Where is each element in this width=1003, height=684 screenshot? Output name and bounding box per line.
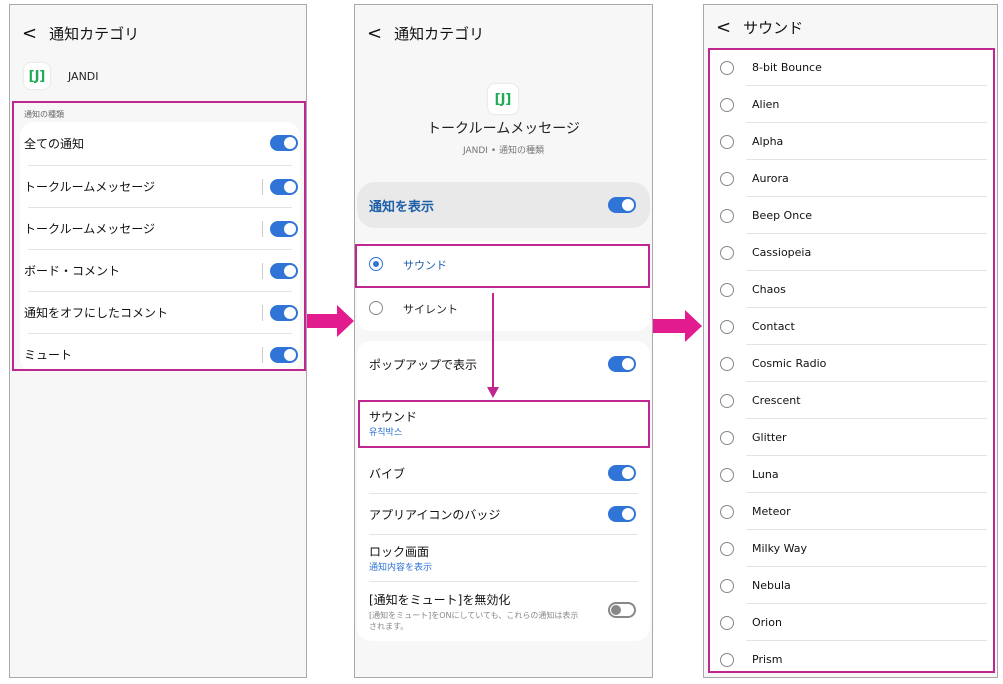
toggle-switch[interactable] <box>608 506 636 522</box>
silent-option-label[interactable]: サイレント <box>403 301 458 317</box>
header: < サウンド <box>716 17 803 38</box>
vibe-label: バイブ <box>369 466 406 481</box>
channel-title: トークルームメッセージ <box>427 121 580 137</box>
arrow-right-icon <box>653 310 702 342</box>
page-title: 通知カテゴリ <box>394 25 485 43</box>
lock-screen-row[interactable]: ロック画面 通知内容を表示 <box>357 535 650 581</box>
highlight-box <box>355 244 650 288</box>
channel-settings-panel: < 通知カテゴリ [J] トークルームメッセージ JANDI • 通知の種類 通… <box>354 4 653 678</box>
header: < 通知カテゴリ <box>367 23 484 44</box>
show-notifications-row[interactable]: 通知を表示 <box>357 182 650 228</box>
toggle-switch[interactable] <box>608 602 636 618</box>
toggle-switch[interactable] <box>608 197 636 213</box>
page-title: 通知カテゴリ <box>49 25 140 43</box>
back-icon[interactable]: < <box>22 24 37 43</box>
mute-override-row[interactable]: [通知をミュート]を無効化 [通知をミュート]をONにしていても、これらの通知は… <box>357 585 650 637</box>
popup-row[interactable]: ポップアップで表示 <box>357 341 650 387</box>
app-row: [J] JANDI <box>24 63 99 89</box>
mute-label: [通知をミュート]を無効化 <box>369 592 511 607</box>
arrow-right-icon <box>307 305 354 337</box>
header: < 通知カテゴリ <box>22 23 139 44</box>
badge-row[interactable]: アプリアイコンのバッジ <box>357 494 650 534</box>
lock-value: 通知内容を表示 <box>369 563 433 573</box>
settings-list: ポップアップで表示 サウンド 유칙박스 バイブ アプリアイコンのバッジ ロック画… <box>357 341 650 641</box>
lock-label: ロック画面 <box>369 545 430 559</box>
vibe-row[interactable]: バイブ <box>357 453 650 493</box>
sound-picker-panel: < サウンド 8-bit Bounce Alien Alpha Aurora B… <box>703 4 998 678</box>
back-icon[interactable]: < <box>367 24 382 43</box>
channel-subtitle: JANDI • 通知の種類 <box>462 146 544 156</box>
page-title: サウンド <box>743 19 804 37</box>
app-name: JANDI <box>68 69 99 83</box>
highlight-box <box>12 101 306 371</box>
jandi-app-icon: [J] <box>24 63 50 89</box>
badge-label: アプリアイコンのバッジ <box>369 507 501 522</box>
popup-label: ポップアップで表示 <box>369 357 478 372</box>
notification-category-panel: < 通知カテゴリ [J] JANDI 通知の種類 全ての通知 トークルームメッセ… <box>9 4 307 678</box>
mute-description: [通知をミュート]をONにしていても、これらの通知は表示されます。 <box>369 610 579 631</box>
back-icon[interactable]: < <box>716 18 731 37</box>
arrow-down-icon <box>487 293 499 398</box>
toggle-switch[interactable] <box>608 356 636 372</box>
show-label: 通知を表示 <box>369 200 435 215</box>
highlight-box <box>358 400 650 448</box>
jandi-app-icon: [J] <box>488 84 518 114</box>
highlight-box <box>708 48 995 673</box>
toggle-switch[interactable] <box>608 465 636 481</box>
radio-silent[interactable] <box>369 301 383 315</box>
